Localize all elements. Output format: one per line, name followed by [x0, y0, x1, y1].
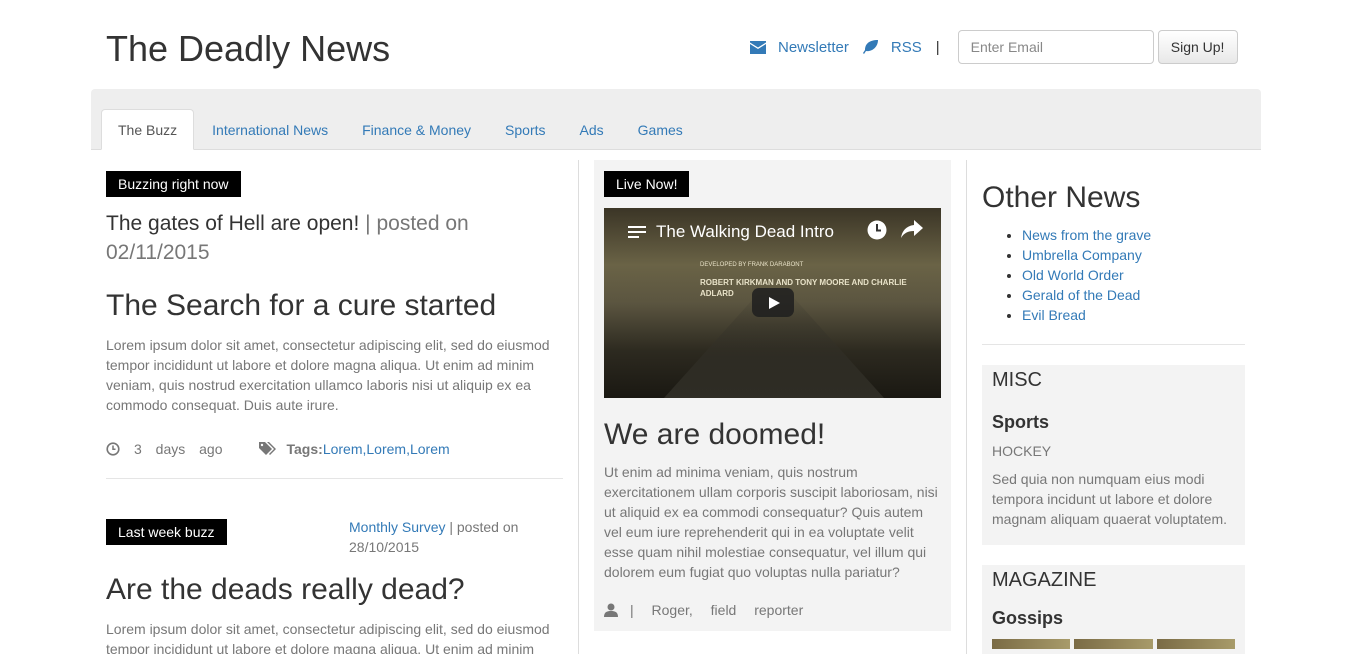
- tab-the-buzz[interactable]: The Buzz: [101, 109, 195, 150]
- divider: [106, 478, 563, 479]
- video-title-text: The Walking Dead Intro: [656, 222, 834, 241]
- watch-later-icon[interactable]: [867, 220, 887, 240]
- buzzing-badge: Buzzing right now: [106, 171, 241, 197]
- live-badge: Live Now!: [604, 171, 690, 197]
- tag-link[interactable]: Lorem: [323, 441, 363, 457]
- header-actions: Newsletter RSS | Sign Up!: [750, 30, 1238, 64]
- tags: Tags: Lorem, Lorem, Lorem: [258, 441, 450, 457]
- reporter-line: | Roger, field reporter: [604, 602, 941, 618]
- live-column: Live Now! The Walking Dead Intro DEVELOP…: [594, 160, 951, 631]
- video-actions: [867, 220, 923, 240]
- list-item: Umbrella Company: [1022, 245, 1245, 265]
- list-item: Old World Order: [1022, 265, 1245, 285]
- article-title[interactable]: The Search for a cure started: [106, 289, 563, 323]
- buzz-column: Buzzing right now The gates of Hell are …: [106, 171, 563, 654]
- video-credit-line: ROBERT KIRKMAN AND TONY MOORE AND CHARLI…: [700, 278, 907, 298]
- leaf-icon: [862, 40, 878, 54]
- other-news-link[interactable]: Umbrella Company: [1022, 247, 1142, 263]
- tags-label: Tags:: [286, 441, 323, 457]
- magazine-panel: MAGAZINE Gossips: [982, 565, 1245, 654]
- divider: [982, 344, 1245, 345]
- list-item: News from the grave: [1022, 225, 1245, 245]
- header-separator: |: [935, 38, 940, 56]
- video-title: The Walking Dead Intro: [628, 222, 834, 242]
- signup-button[interactable]: Sign Up!: [1157, 30, 1238, 64]
- magazine-thumbnails: [992, 639, 1235, 649]
- article-meta: 3 days ago Tags: Lorem, Lorem, Lorem: [106, 439, 563, 459]
- tab-sports[interactable]: Sports: [489, 109, 561, 150]
- misc-title: MISC: [992, 369, 1042, 391]
- misc-subtitle: Sports: [992, 412, 1050, 432]
- survey-link[interactable]: Monthly Survey: [349, 519, 445, 535]
- time-ago: 3 days ago: [134, 441, 223, 457]
- live-body: Ut enim ad minima veniam, quis nostrum e…: [604, 464, 938, 580]
- other-news-link[interactable]: Gerald of the Dead: [1022, 287, 1140, 303]
- rss-link[interactable]: RSS: [862, 38, 922, 56]
- list-item: Gerald of the Dead: [1022, 285, 1245, 305]
- newsletter-link[interactable]: Newsletter: [750, 39, 849, 56]
- clock-icon: [106, 442, 120, 456]
- main-nav: The Buzz International News Finance & Mo…: [91, 89, 1261, 150]
- tab-games[interactable]: Games: [622, 109, 699, 150]
- user-icon: [604, 603, 618, 617]
- other-news-title: Other News: [982, 181, 1141, 214]
- video-player[interactable]: The Walking Dead Intro DEVELOPED BY FRAN…: [604, 208, 941, 398]
- other-news-link[interactable]: News from the grave: [1022, 227, 1151, 243]
- reporter-text: | Roger, field reporter: [630, 602, 804, 618]
- magazine-subtitle: Gossips: [992, 608, 1064, 628]
- magazine-title: MAGAZINE: [992, 569, 1097, 591]
- other-news-link[interactable]: Old World Order: [1022, 267, 1124, 283]
- last-week-row: Last week buzz Monthly Survey | posted o…: [106, 517, 563, 567]
- share-icon[interactable]: [901, 220, 923, 238]
- sidebar: Other News News from the grave Umbrella …: [982, 160, 1245, 654]
- rss-label: RSS: [890, 38, 922, 56]
- video-credits: DEVELOPED BY FRANK DARABONT ROBERT KIRKM…: [700, 260, 941, 299]
- magazine-thumbnail[interactable]: [1156, 639, 1235, 649]
- headline: The gates of Hell are open! | posted on …: [106, 209, 563, 267]
- tab-ads[interactable]: Ads: [564, 109, 620, 150]
- envelope-icon: [750, 40, 766, 54]
- other-news-link[interactable]: Evil Bread: [1022, 307, 1086, 323]
- last-week-badge: Last week buzz: [106, 519, 227, 545]
- article-body: Lorem ipsum dolor sit amet, consectetur …: [106, 337, 550, 413]
- article2-body: Lorem ipsum dolor sit amet, consectetur …: [106, 621, 550, 654]
- tags-icon: [258, 442, 276, 455]
- column-divider: [966, 160, 967, 654]
- tag-link[interactable]: Lorem: [410, 441, 450, 457]
- email-input[interactable]: [957, 30, 1154, 64]
- article2-title[interactable]: Are the deads really dead?: [106, 573, 563, 607]
- list-item: Evil Bread: [1022, 305, 1245, 325]
- play-button[interactable]: [752, 288, 794, 317]
- other-news-list: News from the grave Umbrella Company Old…: [982, 225, 1245, 325]
- survey-info: Monthly Survey | posted on 28/10/2015: [349, 517, 539, 557]
- column-divider: [578, 160, 579, 654]
- headline-text: The gates of Hell are open!: [106, 212, 360, 235]
- live-title[interactable]: We are doomed!: [604, 418, 941, 452]
- playlist-icon: [628, 225, 646, 238]
- newsletter-label: Newsletter: [778, 38, 849, 56]
- tag-link[interactable]: Lorem: [366, 441, 406, 457]
- video-credit-line: DEVELOPED BY FRANK DARABONT: [700, 262, 804, 268]
- misc-panel: MISC Sports HOCKEY Sed quia non numquam …: [982, 365, 1245, 545]
- site-title: The Deadly News: [106, 28, 391, 69]
- play-icon: [769, 296, 780, 309]
- tab-finance-money[interactable]: Finance & Money: [346, 109, 487, 150]
- magazine-thumbnail[interactable]: [992, 639, 1071, 649]
- misc-text: Sed quia non numquam eius modi tempora i…: [992, 471, 1228, 527]
- misc-category: HOCKEY: [992, 443, 1052, 459]
- magazine-thumbnail[interactable]: [1074, 639, 1153, 649]
- tab-international-news[interactable]: International News: [196, 109, 344, 150]
